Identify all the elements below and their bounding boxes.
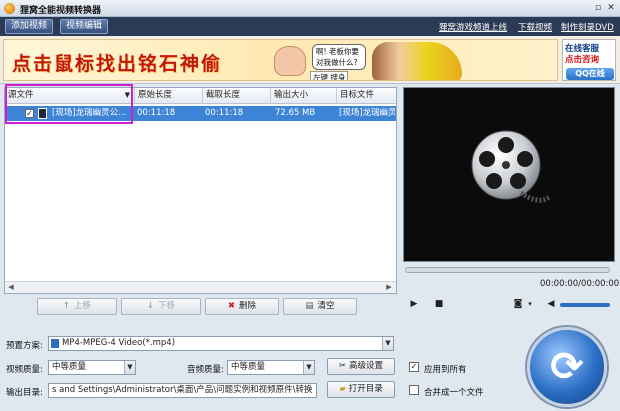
column-output-size[interactable]: 输出大小: [271, 88, 337, 104]
edit-video-button[interactable]: 视频编辑: [60, 19, 109, 34]
scroll-left-icon[interactable]: ◀: [5, 282, 17, 293]
format-icon: [51, 339, 59, 348]
chevron-down-icon[interactable]: ▼: [382, 337, 393, 350]
move-up-button[interactable]: ↑ 上移: [37, 298, 117, 315]
volume-slider[interactable]: [560, 303, 610, 307]
open-dir-button[interactable]: ▰ 打开目录: [327, 381, 395, 398]
preset-select[interactable]: MP4-MPEG-4 Video(*.mp4) ▼: [48, 336, 394, 351]
chevron-down-icon[interactable]: ▼: [303, 361, 314, 374]
chevron-down-icon[interactable]: ▼: [124, 361, 135, 374]
arrow-up-icon: ↑: [62, 301, 71, 311]
cartoon-character-image: [372, 42, 462, 80]
wrench-icon: ✂: [338, 361, 347, 371]
clear-icon: ▤: [305, 301, 314, 311]
audio-quality-select[interactable]: 中等质量 ▼: [227, 360, 315, 375]
stop-icon[interactable]: ■: [433, 298, 445, 310]
volume-icon[interactable]: ◀: [545, 298, 557, 310]
convert-arrow-icon: ⟳: [550, 344, 584, 390]
app-icon: [4, 3, 15, 14]
advanced-settings-button[interactable]: ✂ 高级设置: [327, 358, 395, 375]
cell-clip-length: 00:11:18: [205, 108, 244, 118]
scroll-right-icon[interactable]: ▶: [383, 282, 395, 293]
merge-checkbox[interactable]: [409, 385, 419, 395]
top-toolbar: 添加视频 视频编辑 狸窝游戏频道上线 下载视频 制作刻录DVD: [0, 17, 620, 36]
column-clip-length[interactable]: 截取长度: [203, 88, 271, 104]
close-button[interactable]: ✕: [605, 3, 617, 14]
ad-slogan: 点击鼠标找出铭石神偷: [12, 53, 223, 75]
online-support-panel[interactable]: 在线客服 点击咨询 QQ在线: [562, 39, 616, 81]
apply-all-checkbox[interactable]: ✓: [409, 362, 419, 372]
delete-button[interactable]: ✖ 删除: [205, 298, 279, 315]
snapshot-dropdown-icon[interactable]: ▾: [524, 298, 536, 310]
audio-quality-label: 音频质量:: [187, 365, 224, 375]
add-video-button[interactable]: 添加视频: [5, 19, 54, 34]
preset-label: 预置方案:: [6, 341, 43, 351]
arrow-down-icon: ↓: [146, 301, 155, 311]
convert-button[interactable]: ⟳: [527, 327, 607, 407]
speech-bubble: 啊! 老板你要对我做什么?: [312, 44, 366, 70]
play-icon[interactable]: ▶: [408, 298, 420, 310]
online-support-subtitle: 点击咨询: [565, 55, 600, 65]
download-video-link[interactable]: 下载视频: [518, 21, 552, 33]
output-dir-label: 输出目录:: [6, 388, 43, 398]
merge-label: 合并成一个文件: [424, 388, 484, 398]
film-reel-icon: [471, 130, 551, 203]
ad-image[interactable]: 点击鼠标找出铭石神偷 啊! 老板你要对我做什么? 左键 搜身: [3, 39, 558, 81]
qq-online-button[interactable]: QQ在线: [566, 68, 614, 80]
selection-highlight: [5, 84, 133, 124]
video-quality-label: 视频质量:: [6, 365, 43, 375]
video-preview: [403, 87, 615, 262]
time-display: 00:00:00/00:00:00: [540, 279, 620, 289]
clear-button[interactable]: ▤ 清空: [283, 298, 357, 315]
snapshot-icon[interactable]: ◙: [512, 298, 524, 310]
seek-slider[interactable]: [405, 267, 610, 273]
cell-target: [现场]龙瑞幽灵...: [339, 108, 395, 118]
window-title: 狸窝全能视频转换器: [20, 6, 102, 16]
folder-icon: ▰: [339, 384, 346, 394]
apply-all-label: 应用到所有: [424, 365, 467, 375]
cell-output-size: 72.65 MB: [275, 108, 316, 118]
horizontal-scrollbar[interactable]: ◀ ▶: [5, 281, 396, 293]
delete-icon: ✖: [227, 301, 236, 311]
cell-original-length: 00:11:18: [137, 108, 176, 118]
minimize-button[interactable]: ▫: [592, 3, 604, 14]
ad-banner: 点击鼠标找出铭石神偷 啊! 老板你要对我做什么? 左键 搜身 在线客服 点击咨询…: [0, 36, 620, 84]
speech-tag: 左键 搜身: [310, 71, 349, 80]
game-channel-link[interactable]: 狸窝游戏频道上线: [439, 21, 507, 33]
move-down-button[interactable]: ↓ 下移: [121, 298, 201, 315]
burn-dvd-link[interactable]: 制作刻录DVD: [561, 21, 614, 33]
hand-icon: [274, 46, 306, 76]
column-target[interactable]: 目标文件: [337, 88, 396, 104]
video-quality-select[interactable]: 中等质量 ▼: [48, 360, 136, 375]
column-original-length[interactable]: 原始长度: [135, 88, 203, 104]
output-dir-field[interactable]: s and Settings\Administrator\桌面\产品\问题实例和…: [48, 383, 317, 398]
title-bar: 狸窝全能视频转换器 ▫ ✕: [0, 0, 620, 17]
